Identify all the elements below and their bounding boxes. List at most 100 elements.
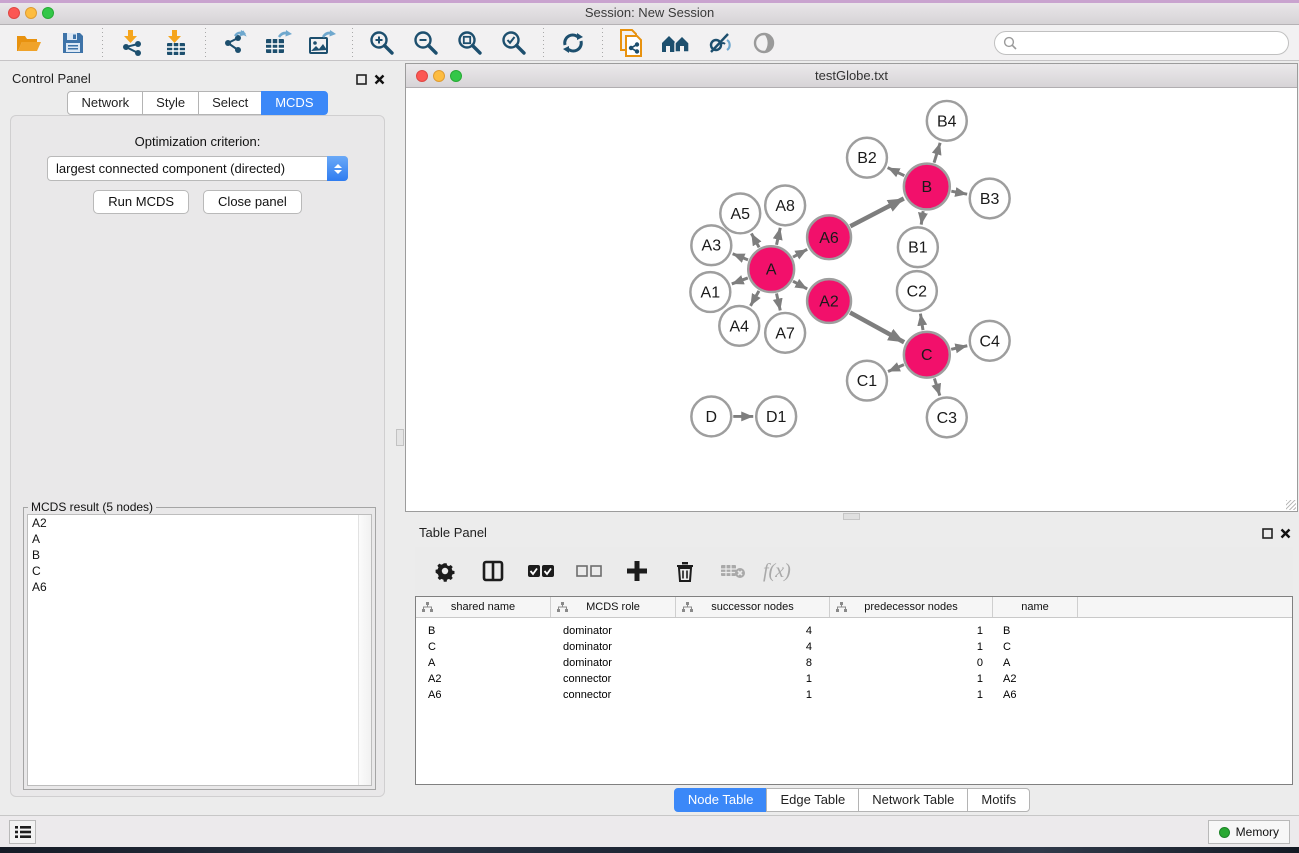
graph-node-label: A5 [730,206,750,223]
tab-network-table[interactable]: Network Table [858,788,968,812]
tab-network[interactable]: Network [67,91,143,115]
graph-edge-C-C1[interactable] [888,365,904,372]
export-table-icon[interactable] [264,29,294,57]
graph-node-A4[interactable]: A4 [719,306,759,346]
copy-network-icon[interactable] [617,29,647,57]
select-all-icon[interactable] [527,557,555,585]
graph-node-C3[interactable]: C3 [927,398,967,438]
criterion-select[interactable]: largest connected component (directed) [47,156,348,181]
export-image-icon[interactable] [308,29,338,57]
table-row[interactable]: Cdominator41C [416,639,1292,655]
float-table-panel-icon[interactable] [1262,526,1273,544]
desktop-background [0,847,1299,853]
memory-button[interactable]: Memory [1208,820,1290,844]
graph-node-D[interactable]: D [691,397,731,437]
graph-node-A8[interactable]: A8 [765,186,805,226]
graph-node-A7[interactable]: A7 [765,313,805,353]
graph-edge-A-A5[interactable] [751,233,759,247]
mcds-result-item[interactable]: C [28,563,371,579]
table-row[interactable]: A6connector11A6 [416,687,1292,703]
run-mcds-button[interactable]: Run MCDS [93,190,189,214]
graph-edge-A2-C[interactable] [850,313,904,343]
graph-node-B1[interactable]: B1 [898,227,938,267]
export-network-icon[interactable] [220,29,250,57]
tab-motifs[interactable]: Motifs [967,788,1030,812]
graph-node-A5[interactable]: A5 [720,194,760,234]
gear-icon[interactable] [431,557,459,585]
network-canvas[interactable]: A B C A2 A6 A1 A3 A4 A5 A7 A8 B1 B2 B3B4 C1 C2 C3C4 D D1 [408,89,1295,509]
graph-edge-B-B1[interactable] [921,211,923,224]
tab-mcds[interactable]: MCDS [261,91,327,115]
graph-node-C4[interactable]: C4 [970,321,1010,361]
graph-edge-C-C3[interactable] [934,378,939,395]
graph-node-D1[interactable]: D1 [756,397,796,437]
import-network-icon[interactable] [117,29,147,57]
graph-edge-B-B2[interactable] [888,168,905,176]
table-row[interactable]: Adominator80A [416,655,1292,671]
zoom-out-icon[interactable] [411,29,441,57]
column-header-successor-nodes[interactable]: successor nodes [676,597,830,617]
close-table-panel-icon[interactable] [1280,526,1291,544]
zoom-selected-icon[interactable] [499,29,529,57]
zoom-in-icon[interactable] [367,29,397,57]
zoom-fit-icon[interactable] [455,29,485,57]
graph-node-A3[interactable]: A3 [691,225,731,265]
deselect-all-icon[interactable] [575,557,603,585]
tab-select[interactable]: Select [198,91,262,115]
graph-node-C1[interactable]: C1 [847,361,887,401]
hide-glasses-icon[interactable] [705,29,735,57]
graph-node-C[interactable]: C [904,332,950,378]
graph-node-A6[interactable]: A6 [807,215,851,259]
splitter-grip-vertical[interactable] [396,429,404,446]
column-header-predecessor-nodes[interactable]: predecessor nodes [830,597,993,617]
open-session-icon[interactable] [14,29,44,57]
graph-node-B4[interactable]: B4 [927,101,967,141]
graph-edge-B-B3[interactable] [951,191,967,194]
graph-edge-A-A6[interactable] [793,249,807,257]
list-icon[interactable] [9,820,36,844]
mcds-result-item[interactable]: B [28,547,371,563]
graph-edge-C-C2[interactable] [920,314,923,330]
save-session-icon[interactable] [58,29,88,57]
refresh-icon[interactable] [558,29,588,57]
tab-edge-table[interactable]: Edge Table [766,788,859,812]
column-header-name[interactable]: name [993,597,1078,617]
graph-edge-B-B4[interactable] [934,143,940,163]
graph-node-A2[interactable]: A2 [807,279,851,323]
graph-node-B3[interactable]: B3 [970,179,1010,219]
graph-node-B2[interactable]: B2 [847,138,887,178]
graph-edge-A-A8[interactable] [777,228,781,245]
tab-style[interactable]: Style [142,91,199,115]
network-window-titlebar[interactable]: testGlobe.txt [406,64,1297,88]
graph-edge-C-C4[interactable] [951,346,967,350]
float-panel-icon[interactable] [356,72,367,90]
graph-node-A[interactable]: A [748,246,794,292]
search-input[interactable] [1017,33,1288,53]
graph-node-B[interactable]: B [904,164,950,210]
graph-node-C2[interactable]: C2 [897,271,937,311]
graph-edge-A-A4[interactable] [750,291,758,306]
close-panel-icon[interactable] [374,72,385,90]
column-header-MCDS-role[interactable]: MCDS role [551,597,676,617]
graph-edge-A-A1[interactable] [732,278,748,284]
add-icon[interactable] [623,557,651,585]
table-row[interactable]: A2connector11A2 [416,671,1292,687]
mcds-result-item[interactable]: A [28,531,371,547]
graph-edge-A6-B[interactable] [850,198,904,226]
trash-icon[interactable] [671,557,699,585]
graph-node-A1[interactable]: A1 [690,272,730,312]
import-table-icon[interactable] [161,29,191,57]
scrollbar-track[interactable] [358,515,371,785]
table-row[interactable]: Bdominator41B [416,623,1292,639]
graph-edge-A-A7[interactable] [777,293,781,310]
close-panel-button[interactable]: Close panel [203,190,302,214]
columns-icon[interactable] [479,557,507,585]
mcds-result-item[interactable]: A2 [28,515,371,531]
graph-edge-A-A3[interactable] [733,254,748,260]
mcds-result-item[interactable]: A6 [28,579,371,595]
home-layout-icon[interactable] [661,29,691,57]
window-resize-grip[interactable] [1286,500,1296,510]
tab-node-table[interactable]: Node Table [674,788,768,812]
graph-edge-A-A2[interactable] [793,281,807,289]
column-header-shared-name[interactable]: shared name [416,597,551,617]
